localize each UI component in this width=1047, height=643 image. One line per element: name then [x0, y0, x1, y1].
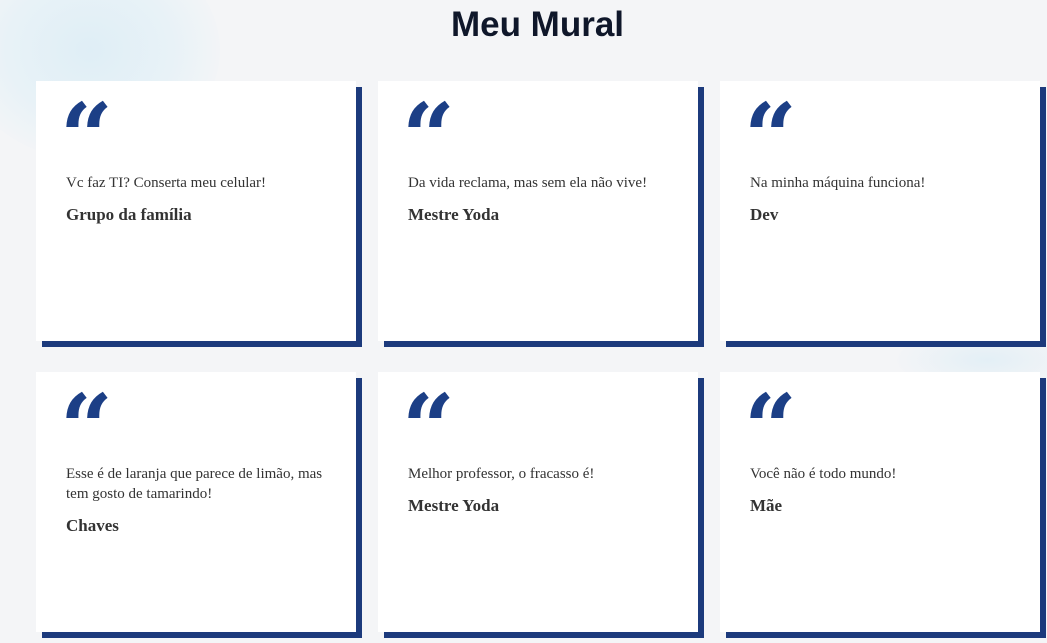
open-quote-icon: “	[60, 83, 113, 191]
quote-text: Vc faz TI? Conserta meu celular!	[66, 175, 267, 191]
quote-text: Melhor professor, o fracasso é!	[408, 466, 595, 482]
quote-text: Na minha máquina funciona!	[750, 175, 926, 191]
open-quote-icon: “	[402, 83, 455, 191]
quote-card: “ Esse é de laranja que parece de limão,…	[36, 372, 356, 632]
quote-card: “ Melhor professor, o fracasso é! Mestre…	[378, 372, 698, 632]
quote-card: “ Na minha máquina funciona! Dev	[720, 81, 1040, 341]
quote-card: “ Da vida reclama, mas sem ela não vive!…	[378, 81, 698, 341]
quote-author: Chaves	[66, 516, 119, 535]
open-quote-icon: “	[744, 374, 797, 482]
quote-card: “ Você não é todo mundo! Mãe	[720, 372, 1040, 632]
quote-author: Grupo da família	[66, 205, 192, 224]
quote-author: Mãe	[750, 496, 783, 515]
quote-author: Mestre Yoda	[408, 205, 500, 224]
quote-author: Dev	[750, 205, 779, 224]
quote-author: Mestre Yoda	[408, 496, 500, 515]
quote-text: Da vida reclama, mas sem ela não vive!	[408, 175, 648, 191]
open-quote-icon: “	[744, 83, 797, 191]
quote-text: Esse é de laranja que parece de limão, m…	[66, 466, 323, 502]
open-quote-icon: “	[402, 374, 455, 482]
quote-card: “ Vc faz TI? Conserta meu celular! Grupo…	[36, 81, 356, 341]
quote-text: Você não é todo mundo!	[750, 466, 897, 482]
quote-wall: “ Vc faz TI? Conserta meu celular! Grupo…	[36, 81, 1047, 643]
page-title: Meu Mural	[450, 5, 625, 44]
open-quote-icon: “	[60, 374, 113, 482]
